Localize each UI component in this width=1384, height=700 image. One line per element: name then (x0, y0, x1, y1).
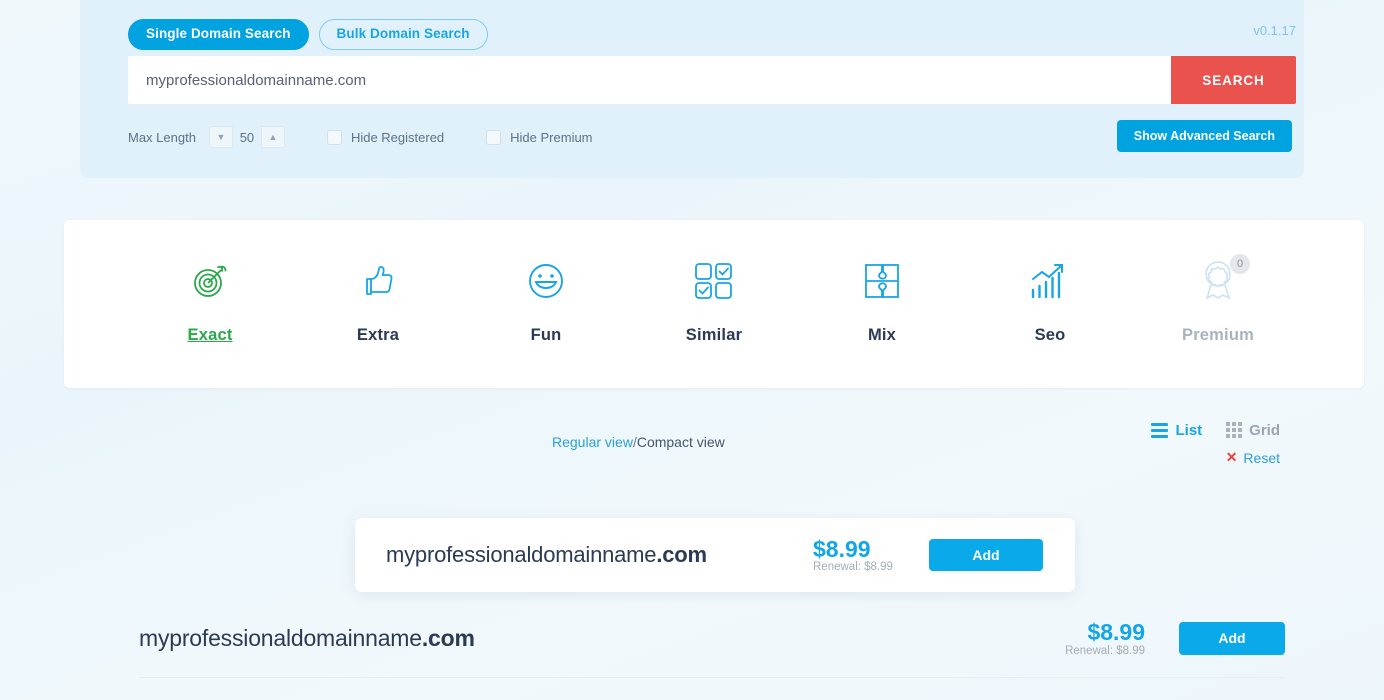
tab-single-domain-search[interactable]: Single Domain Search (128, 19, 309, 50)
table-row[interactable]: $9.39$0.99 Add (139, 678, 1285, 700)
list-label: List (1175, 421, 1203, 439)
search-header-panel: Single Domain Search Bulk Domain Search … (80, 0, 1304, 178)
result-price-block: $8.99 Renewal: $8.99 (1065, 620, 1145, 656)
view-layout-controls: List Grid ✕ Reset (1151, 418, 1280, 466)
premium-count-badge: 0 (1230, 254, 1250, 274)
grid-label: Grid (1249, 421, 1280, 439)
view-mode-list[interactable]: List (1151, 422, 1202, 439)
compact-view-link[interactable]: Compact view (637, 434, 725, 450)
featured-add-to-cart-button[interactable]: Add (929, 539, 1043, 571)
growth-chart-icon (1029, 256, 1071, 306)
category-label: Seo (1034, 326, 1066, 344)
smiley-face-icon (526, 256, 566, 306)
category-extra[interactable]: Extra (318, 256, 438, 345)
domain-tld: .com (656, 542, 707, 567)
version-label: v0.1.17 (1253, 23, 1296, 38)
regular-view-link[interactable]: Regular view (552, 434, 633, 450)
domain-search-input[interactable] (128, 56, 1171, 104)
max-length-stepper[interactable]: ▼ 50 ▲ (208, 126, 285, 148)
category-label: Fun (530, 326, 562, 344)
category-label: Extra (356, 326, 400, 344)
add-to-cart-button[interactable]: Add (1179, 621, 1285, 655)
hide-registered-group[interactable]: Hide Registered (326, 129, 444, 145)
puzzle-icon (862, 256, 902, 306)
target-icon (190, 256, 230, 306)
max-length-label: Max Length (128, 129, 196, 145)
category-label: Mix (867, 326, 897, 344)
category-premium: 0 Premium (1158, 254, 1278, 345)
max-length-increment-icon[interactable]: ▲ (260, 126, 285, 148)
featured-domain-name: myprofessionaldomainname.com (386, 542, 707, 568)
category-list: Exact Extra Fun Similar Mix Seo 0 Premiu… (150, 254, 1278, 345)
list-icon (1151, 422, 1169, 438)
domain-tld: .com (421, 625, 475, 651)
featured-price: $8.99 (813, 535, 871, 562)
domain-sld: myprofessionaldomainname (386, 542, 657, 567)
category-label: Similar (685, 326, 743, 344)
hide-registered-checkbox[interactable] (326, 129, 342, 145)
view-mode-grid[interactable]: Grid (1226, 422, 1280, 439)
tab-bulk-domain-search[interactable]: Bulk Domain Search (318, 19, 488, 50)
category-exact[interactable]: Exact (150, 256, 270, 345)
checkboxes-icon (693, 256, 735, 306)
domain-sld: myprofessionaldomainname (139, 625, 422, 651)
featured-renewal: Renewal: $8.99 (813, 561, 893, 574)
result-domain-name: myprofessionaldomainname.com (139, 625, 475, 652)
category-seo[interactable]: Seo (990, 256, 1110, 345)
category-panel: Exact Extra Fun Similar Mix Seo 0 Premiu… (64, 220, 1364, 388)
hide-premium-checkbox[interactable] (486, 129, 502, 145)
thumbs-up-icon (358, 256, 398, 306)
show-advanced-search-button[interactable]: Show Advanced Search (1116, 120, 1292, 152)
view-density-toggle: Regular view/Compact view (552, 434, 725, 450)
hide-premium-group[interactable]: Hide Premium (486, 129, 593, 145)
featured-domain-card: myprofessionaldomainname.com $8.99 Renew… (355, 518, 1075, 592)
reset-button[interactable]: ✕ Reset (1151, 449, 1280, 466)
max-length-value: 50 (239, 129, 255, 145)
category-label: Premium (1181, 326, 1254, 344)
category-label: Exact (187, 326, 233, 344)
featured-price-block: $8.99 Renewal: $8.99 (813, 537, 893, 573)
domain-results-list: myprofessionaldomainname.com $8.99 Renew… (139, 600, 1285, 700)
hide-registered-label[interactable]: Hide Registered (351, 130, 444, 145)
category-mix[interactable]: Mix (822, 256, 942, 345)
category-fun[interactable]: Fun (486, 256, 606, 345)
grid-icon (1226, 422, 1243, 438)
view-controls: Regular view/Compact view List Grid ✕ Re… (0, 412, 1384, 482)
domain-search-bar: SEARCH (128, 56, 1296, 104)
max-length-decrement-icon[interactable]: ▼ (208, 126, 233, 148)
reset-label: Reset (1243, 449, 1280, 466)
result-renewal: Renewal: $8.99 (1065, 644, 1145, 657)
result-price: $8.99 (1087, 619, 1145, 646)
close-icon: ✕ (1225, 449, 1238, 465)
category-similar[interactable]: Similar (654, 256, 774, 345)
search-mode-tabs: Single Domain Search Bulk Domain Search (128, 19, 488, 50)
table-row[interactable]: myprofessionaldomainname.com $8.99 Renew… (139, 600, 1285, 678)
hide-premium-label[interactable]: Hide Premium (510, 130, 592, 145)
search-button[interactable]: SEARCH (1171, 56, 1296, 104)
search-options-row: Max Length ▼ 50 ▲ Hide Registered Hide P… (128, 120, 1296, 154)
